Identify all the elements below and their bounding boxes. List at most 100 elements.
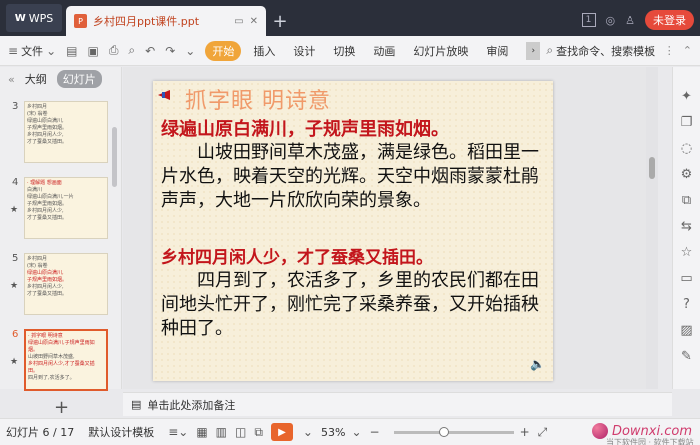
command-search-label: 查找命令、搜索模板 <box>556 44 656 58</box>
tab-design[interactable]: 设计 <box>293 43 315 59</box>
close-tab-icon[interactable]: ✕ <box>250 16 258 27</box>
panel-tabs: « 大纲 幻灯片 <box>0 67 121 91</box>
poem-line-1[interactable]: 绿遍山原白满川，子规声里雨如烟。 <box>161 115 449 141</box>
sound-icon[interactable]: 🔈 <box>530 357 545 371</box>
tab-outline[interactable]: 大纲 <box>25 71 47 87</box>
collapse-panel-icon[interactable]: « <box>8 73 15 86</box>
thumb-line: 乡村四月闲人少, <box>27 208 64 214</box>
image-icon[interactable]: ▨ <box>680 323 692 338</box>
right-toolbar: ✦ ❐ ◌ ⚙ ⧉ ⇆ ☆ ▭ ? ▨ ✎ <box>672 67 700 389</box>
more-tabs-button[interactable]: › <box>526 41 541 60</box>
quick-access-chevron-icon[interactable]: ⌄ <box>185 44 195 58</box>
document-tab[interactable]: P 乡村四月ppt课件.ppt ▭ ✕ <box>66 6 266 36</box>
tab-review[interactable]: 审阅 <box>486 43 508 59</box>
reading-view-icon[interactable]: ◫ <box>235 425 246 439</box>
login-button[interactable]: 未登录 <box>645 10 694 30</box>
tab-insert[interactable]: 插入 <box>253 43 275 59</box>
document-tab-label: 乡村四月ppt课件.ppt <box>93 15 200 28</box>
slide-thumbnail[interactable]: 乡村四月 (宋) 翁卷 绿遍山原白满川, 子规声里雨如烟。 乡村四月闲人少, 才… <box>24 101 108 163</box>
zoom-out-button[interactable]: − <box>370 425 380 439</box>
undo-icon[interactable]: ↶ <box>145 44 155 58</box>
animation-star-icon: ★ <box>10 357 19 367</box>
star-icon[interactable]: ☆ <box>681 245 693 260</box>
shirt-icon[interactable]: ♙ <box>625 14 635 27</box>
thumb-line: 子规声里雨如烟。 <box>27 277 68 283</box>
share-icon[interactable]: ⇪ <box>647 44 656 57</box>
transfer-icon[interactable]: ⇆ <box>681 219 692 234</box>
layers-icon[interactable]: ❐ <box>681 115 693 130</box>
thumb-line: (宋) 翁卷 <box>27 263 48 269</box>
adjust-icon[interactable]: ⚙ <box>681 167 693 182</box>
fit-window-icon[interactable]: ⤢ <box>538 425 548 440</box>
add-slide-button[interactable]: + <box>54 397 69 418</box>
slide-sorter-icon[interactable]: ▥ <box>216 425 227 439</box>
tab-slideshow[interactable]: 幻灯片放映 <box>413 43 468 59</box>
open-icon[interactable]: ▤ <box>66 44 77 58</box>
presenter-icon[interactable]: ⧉ <box>254 425 263 440</box>
slide-canvas: 抓字眼 明诗意 绿遍山原白满川，子规声里雨如烟。 山坡田野间草木茂盛，满是绿色。… <box>123 67 658 389</box>
collapse-ribbon-icon[interactable]: ⌃ <box>683 44 692 57</box>
title-bar: W WPS P 乡村四月ppt课件.ppt ▭ ✕ + 1 ◎ ♙ 未登录 <box>0 0 700 36</box>
poem-line-2[interactable]: 乡村四月闲人少，才了蚕桑又插田。 <box>161 243 433 268</box>
zoom-in-button[interactable]: + <box>520 425 530 439</box>
slide-thumbnail-selected[interactable]: · 抓字眼 明诗意 绿遍山原白满川,子规声里雨如烟。 山坡田野间草木茂盛, 乡村… <box>24 329 108 391</box>
magic-icon[interactable]: ✦ <box>681 89 692 104</box>
slide-number: 4 <box>12 177 19 188</box>
template-name[interactable]: 默认设计模板 <box>88 424 154 440</box>
skin-icon[interactable]: ◎ <box>606 14 616 27</box>
new-tab-button[interactable]: + <box>266 6 294 36</box>
thumb-line: 白满川 <box>27 187 43 193</box>
redo-icon[interactable]: ↷ <box>165 44 175 58</box>
site-watermark: Downxi.com 当下软件园 · 软件下载站 <box>591 423 694 445</box>
panel-scrollbar[interactable] <box>112 127 117 187</box>
animation-star-icon: ★ <box>10 281 19 291</box>
zoom-slider[interactable] <box>393 426 514 437</box>
search-icon: ⌕ <box>546 43 554 57</box>
tab-slides[interactable]: 幻灯片 <box>56 70 102 88</box>
window-count-badge[interactable]: 1 <box>581 13 596 27</box>
save-icon[interactable]: ▣ <box>87 44 98 58</box>
thumb-line: 山坡田野间草木茂盛, <box>28 354 75 360</box>
notes-toggle-icon[interactable]: ≡⌄ <box>168 425 188 439</box>
box-icon[interactable]: ▭ <box>680 271 692 286</box>
slide-number: 3 <box>12 101 19 112</box>
preview-icon[interactable]: ⌕ <box>128 43 135 58</box>
slide-thumbnail[interactable]: · 理解题 想画面 白满川 绿遍山原白满川,一片 子规声里雨如烟。 乡村四月闲人… <box>24 177 108 239</box>
thumb-line: 绿遍山原白满川,一片 <box>27 194 74 200</box>
chevron-down-icon: ⌄ <box>46 43 57 58</box>
explanation-paragraph-2[interactable]: 四月到了，农活多了，乡里的农民们都在田间地头忙开了，刚忙完了采桑养蚕，又开始插秧… <box>161 269 551 341</box>
copy-icon[interactable]: ⧉ <box>682 193 691 208</box>
shape-icon[interactable]: ◌ <box>681 141 692 156</box>
title-bar-controls: 1 ◎ ♙ 未登录 <box>581 10 694 30</box>
slide-thumbnail[interactable]: 乡村四月 (宋) 翁卷 绿遍山原白满川, 子规声里雨如烟。 乡村四月闲人少, 才… <box>24 253 108 315</box>
thumb-line: 绿遍山原白满川,子规声里雨如烟。 <box>28 340 95 353</box>
print-icon[interactable]: ⎙ <box>109 43 119 58</box>
ribbon-toolbar: ≡ 文件 ⌄ ▤ ▣ ⎙ ⌕ ↶ ↷ ⌄ 开始 插入 设计 切换 动画 幻灯片放… <box>0 36 700 66</box>
bullet-flag-icon <box>158 90 170 100</box>
normal-view-icon[interactable]: ▦ <box>196 425 207 439</box>
notes-pane[interactable]: ▤ 单击此处添加备注 <box>123 392 672 416</box>
wps-home-tab[interactable]: W WPS <box>6 4 62 32</box>
command-search[interactable]: ⌕ 查找命令、搜索模板 <box>546 43 655 59</box>
tab-transition[interactable]: 切换 <box>333 43 355 59</box>
slide-title[interactable]: 抓字眼 明诗意 <box>185 83 331 115</box>
tab-start[interactable]: 开始 <box>205 40 242 61</box>
zoom-dropdown-icon[interactable]: ⌄ <box>351 425 361 439</box>
play-slideshow-button[interactable]: ▶ <box>270 423 293 441</box>
thumb-line: 子规声里雨如烟。 <box>27 125 68 131</box>
canvas-scrollbar[interactable] <box>646 67 658 389</box>
file-menu[interactable]: ≡ 文件 ⌄ <box>8 43 56 59</box>
edit-icon[interactable]: ✎ <box>681 349 692 364</box>
play-chevron-icon[interactable]: ⌄ <box>303 425 313 439</box>
scrollbar-thumb[interactable] <box>649 157 655 179</box>
more-icon[interactable]: ⋮ <box>664 44 675 57</box>
explanation-paragraph-1[interactable]: 山坡田野间草木茂盛，满是绿色。稻田里一片水色，映着天空的光辉。天空中烟雨蒙蒙杜鹃… <box>161 141 551 213</box>
slide-number: 5 <box>12 253 19 264</box>
help-icon[interactable]: ? <box>683 297 690 312</box>
thumb-line: (宋) 翁卷 <box>27 111 48 117</box>
window-mode-icon[interactable]: ▭ <box>234 16 243 27</box>
current-slide[interactable]: 抓字眼 明诗意 绿遍山原白满川，子规声里雨如烟。 山坡田野间草木茂盛，满是绿色。… <box>153 81 553 381</box>
zoom-slider-knob[interactable] <box>438 426 449 437</box>
tab-animation[interactable]: 动画 <box>373 43 395 59</box>
zoom-level[interactable]: 53% <box>321 426 345 439</box>
